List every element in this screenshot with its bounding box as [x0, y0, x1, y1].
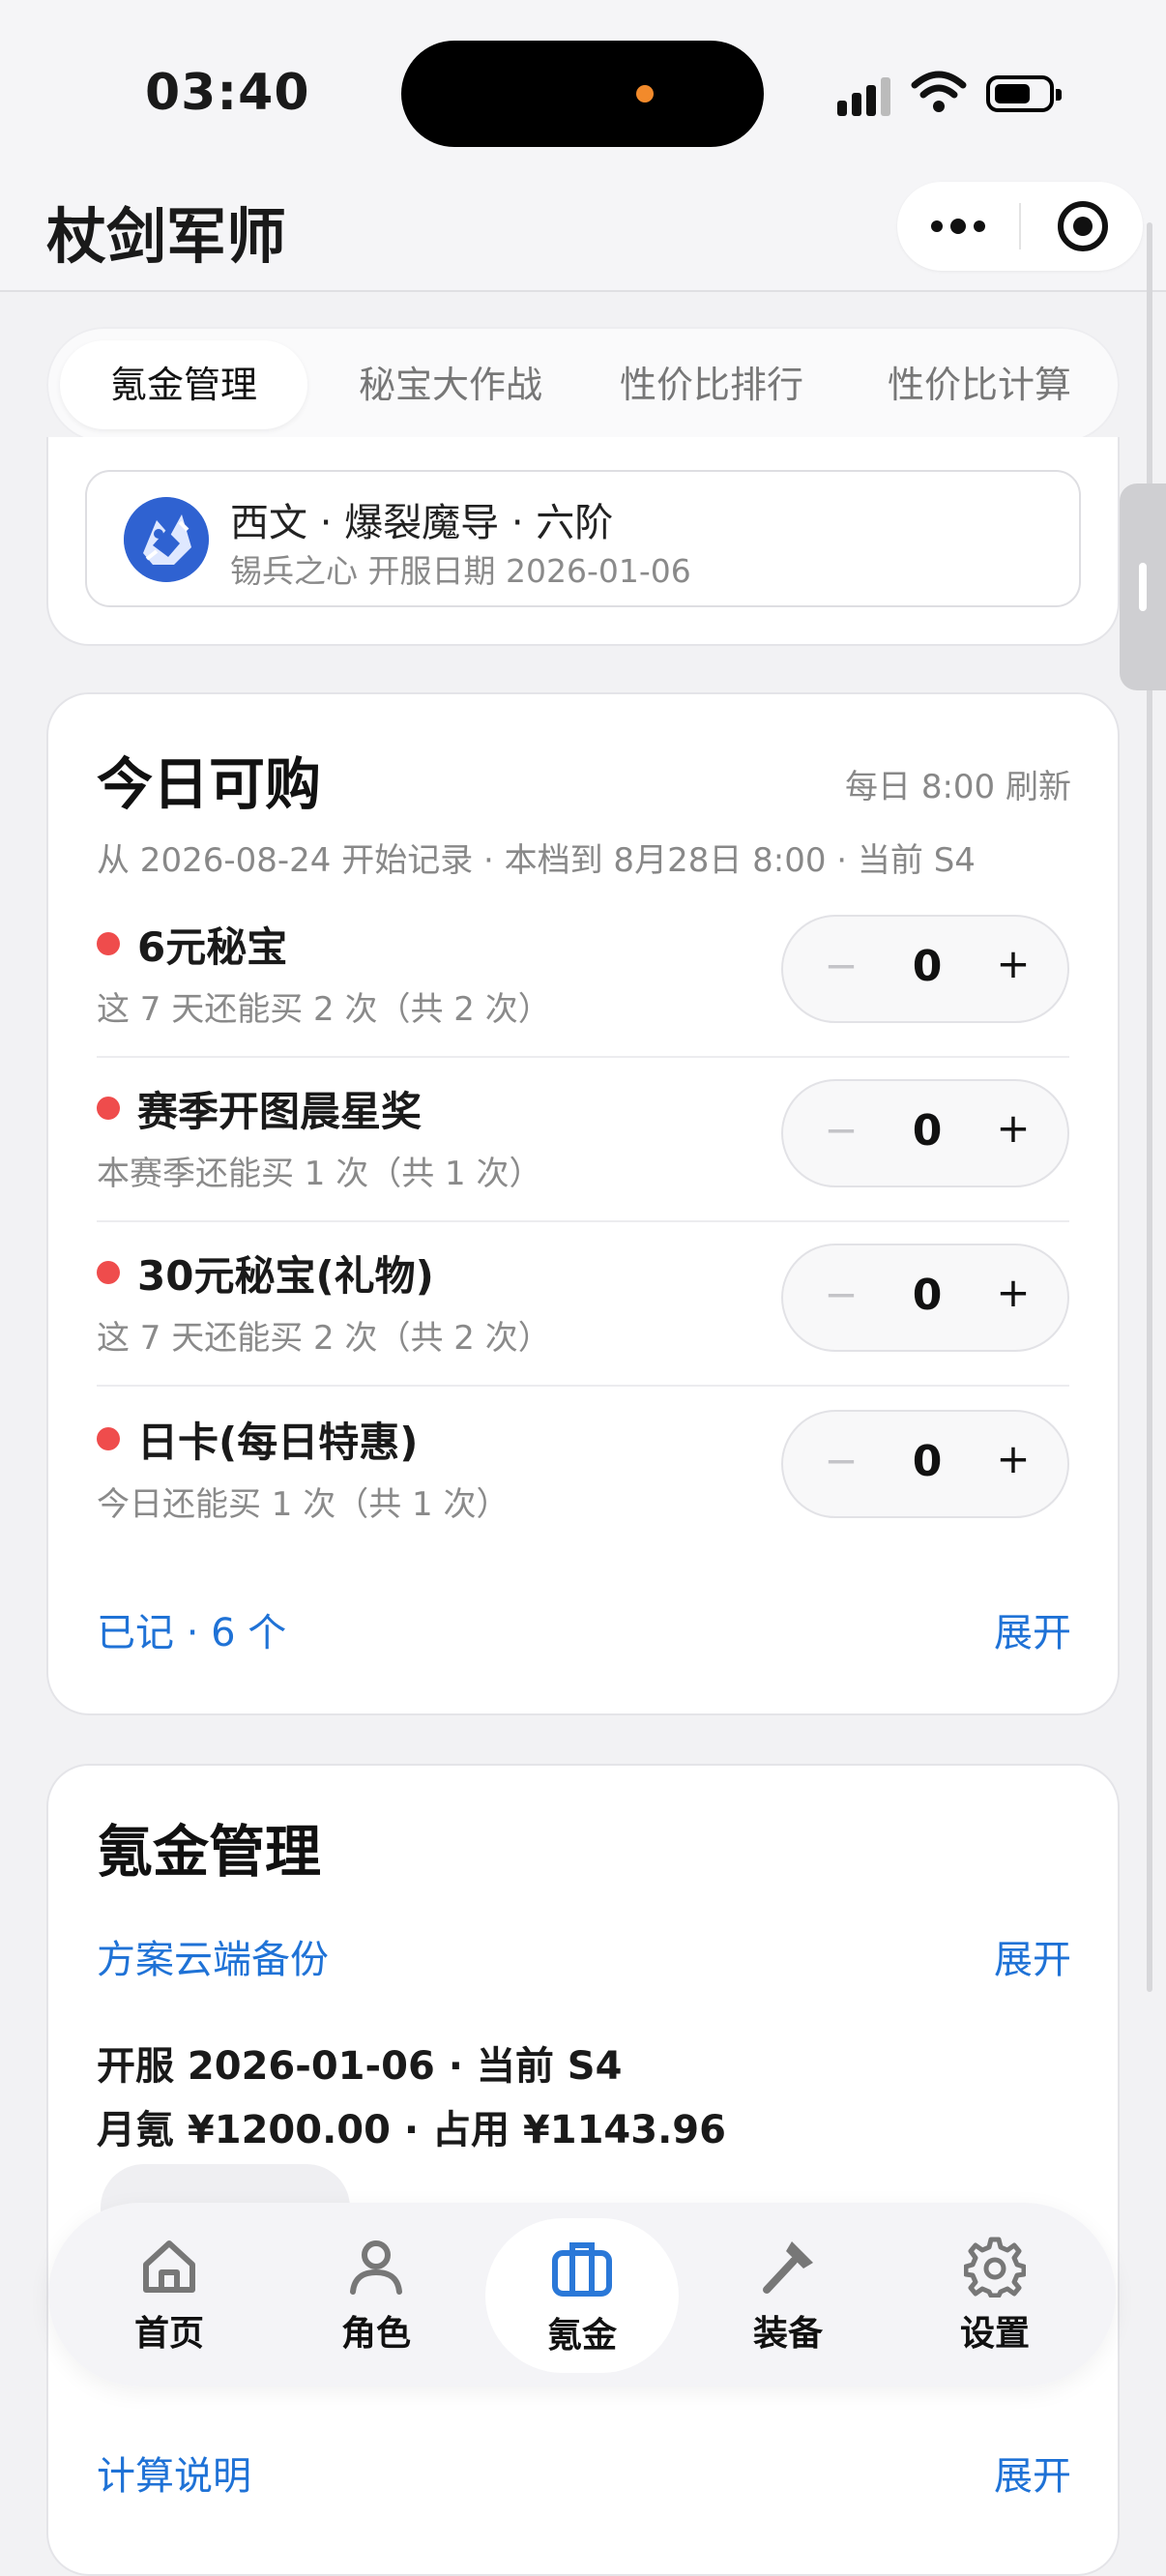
miniprogram-capsule [897, 182, 1143, 271]
decrement-button[interactable]: − [822, 942, 860, 989]
dynamic-island [401, 41, 764, 147]
tab-value-ranking[interactable]: 性价比排行 [588, 340, 835, 429]
item-name: 日卡(每日特惠) [137, 1419, 419, 1466]
app-title: 杖剑军师 [46, 201, 287, 272]
status-dot [97, 1097, 120, 1120]
list-item: 赛季开图晨星奖 本赛季还能买 1 次（共 1 次） − 0 + [97, 1058, 1069, 1222]
list-item: 6元秘宝 这 7 天还能买 2 次（共 2 次） − 0 + [97, 893, 1069, 1058]
cellular-signal-icon [837, 77, 890, 116]
nav-label: 首页 [133, 2314, 204, 2354]
krypton-title: 氪金管理 [97, 1819, 322, 1885]
item-remaining: 本赛季还能买 1 次（共 1 次） [97, 1155, 542, 1193]
avatar [124, 497, 209, 582]
tab-value-calculator[interactable]: 性价比计算 [849, 340, 1110, 429]
decrement-button[interactable]: − [822, 1271, 860, 1318]
increment-button[interactable]: + [994, 1104, 1033, 1152]
expand-calc-link[interactable]: 展开 [994, 2444, 1071, 2501]
account-subtitle: 锡兵之心 开服日期 2026-01-06 [230, 552, 691, 590]
calc-explanation-link[interactable]: 计算说明 [97, 2444, 251, 2501]
quantity-stepper: − 0 + [781, 1410, 1069, 1518]
item-name: 6元秘宝 [137, 923, 288, 971]
quantity-value: 0 [912, 1271, 943, 1320]
status-dot [97, 932, 120, 955]
quantity-value: 0 [912, 1437, 943, 1486]
record-range-note: 从 2026-08-24 开始记录 · 本档到 8月28日 8:00 · 当前 … [97, 841, 976, 880]
divider [97, 1385, 1069, 1387]
decrement-button[interactable]: − [822, 1106, 860, 1154]
cloud-backup-link[interactable]: 方案云端备份 [97, 1928, 329, 1984]
nav-label: 设置 [959, 2314, 1030, 2354]
privacy-indicator-dot [636, 85, 654, 102]
nav-krypton[interactable]: 氪金 [485, 2218, 679, 2373]
increment-button[interactable]: + [994, 1435, 1033, 1482]
item-name: 赛季开图晨星奖 [137, 1088, 423, 1135]
quantity-stepper: − 0 + [781, 1079, 1069, 1187]
nav-label: 角色 [340, 2314, 411, 2354]
nav-label: 装备 [752, 2314, 823, 2354]
recorded-count-link[interactable]: 已记 · 6 个 [97, 1601, 286, 1657]
quantity-stepper: − 0 + [781, 915, 1069, 1023]
status-dot [97, 1427, 120, 1450]
increment-button[interactable]: + [994, 940, 1033, 987]
budget-info: 月氪 ¥1200.00 · 占用 ¥1143.96 [97, 2108, 726, 2152]
quantity-stepper: − 0 + [781, 1244, 1069, 1352]
battery-icon [986, 75, 1062, 112]
wifi-icon [911, 71, 967, 112]
person-icon [350, 2240, 402, 2295]
tab-krypton-management[interactable]: 氪金管理 [60, 340, 307, 429]
nav-settings[interactable]: 设置 [922, 2236, 1067, 2354]
nav-equipment[interactable]: 装备 [715, 2236, 860, 2354]
decrement-button[interactable]: − [822, 1437, 860, 1484]
home-icon [143, 2240, 195, 2293]
increment-button[interactable]: + [994, 1269, 1033, 1316]
briefcase-icon [552, 2242, 612, 2297]
hammer-icon [763, 2241, 813, 2294]
item-remaining: 这 7 天还能买 2 次（共 2 次） [97, 1319, 551, 1358]
side-drawer-handle[interactable] [1120, 483, 1166, 690]
refresh-note: 每日 8:00 刷新 [845, 768, 1071, 806]
capsule-divider [1019, 203, 1021, 249]
server-info: 开服 2026-01-06 · 当前 S4 [97, 2044, 623, 2089]
today-title: 今日可购 [97, 751, 322, 817]
list-item: 日卡(每日特惠) 今日还能买 1 次（共 1 次） − 0 + [97, 1389, 1069, 1553]
gear-icon [964, 2237, 1026, 2298]
item-remaining: 这 7 天还能买 2 次（共 2 次） [97, 990, 551, 1029]
account-selector[interactable]: 西文 · 爆裂魔导 · 六阶 锡兵之心 开服日期 2026-01-06 [85, 470, 1081, 607]
account-name: 西文 · 爆裂魔导 · 六阶 [230, 501, 614, 545]
item-remaining: 今日还能买 1 次（共 1 次） [97, 1485, 510, 1524]
quantity-value: 0 [912, 942, 943, 991]
top-tabs: 氪金管理 秘宝大作战 性价比排行 性价比计算 [46, 327, 1120, 443]
bottom-navigation: 首页 角色 氪金 装备 设置 [48, 2203, 1116, 2386]
quantity-value: 0 [912, 1106, 943, 1156]
nav-label: 氪金 [546, 2316, 617, 2356]
close-miniprogram-button[interactable] [1058, 201, 1108, 251]
nav-character[interactable]: 角色 [304, 2236, 449, 2354]
expand-backup-link[interactable]: 展开 [994, 1928, 1071, 1984]
expand-records-link[interactable]: 展开 [994, 1601, 1071, 1657]
item-name: 30元秘宝(礼物) [137, 1252, 434, 1300]
more-options-button[interactable] [897, 182, 1019, 271]
status-time: 03:40 [145, 64, 310, 122]
nav-home[interactable]: 首页 [97, 2236, 242, 2354]
list-item: 30元秘宝(礼物) 这 7 天还能买 2 次（共 2 次） − 0 + [97, 1222, 1069, 1387]
tab-treasure-battle[interactable]: 秘宝大作战 [327, 340, 574, 429]
status-dot [97, 1261, 120, 1284]
